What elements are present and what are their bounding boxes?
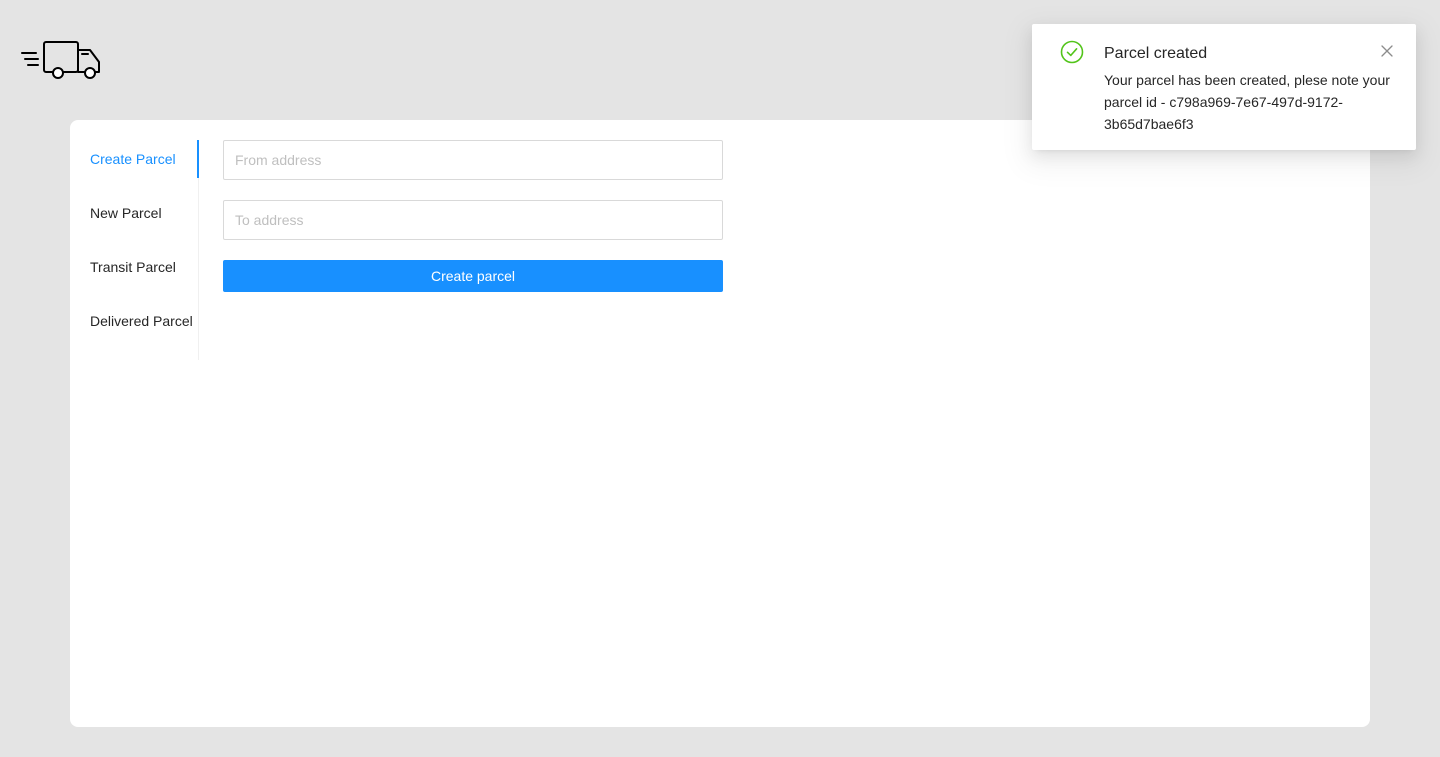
close-icon[interactable] xyxy=(1378,42,1396,60)
notification-message: Your parcel has been created, plese note… xyxy=(1104,72,1390,132)
active-tab-indicator xyxy=(197,140,199,178)
tab-delivered-parcel[interactable]: Delivered Parcel xyxy=(90,302,199,340)
create-parcel-button[interactable]: Create parcel xyxy=(223,260,723,292)
tab-new-parcel[interactable]: New Parcel xyxy=(90,194,199,232)
check-circle-icon xyxy=(1060,40,1084,64)
to-address-input[interactable] xyxy=(223,200,723,240)
delivery-truck-icon[interactable] xyxy=(20,40,102,80)
sidebar-tabs: Create Parcel New Parcel Transit Parcel … xyxy=(70,140,199,360)
from-address-input[interactable] xyxy=(223,140,723,180)
notification-title: Parcel created xyxy=(1104,45,1208,62)
parcel-card: Create Parcel New Parcel Transit Parcel … xyxy=(70,120,1370,727)
tab-transit-parcel[interactable]: Transit Parcel xyxy=(90,248,199,286)
success-notification: Parcel created Your parcel has been crea… xyxy=(1032,24,1416,150)
tab-create-parcel[interactable]: Create Parcel xyxy=(90,140,199,178)
